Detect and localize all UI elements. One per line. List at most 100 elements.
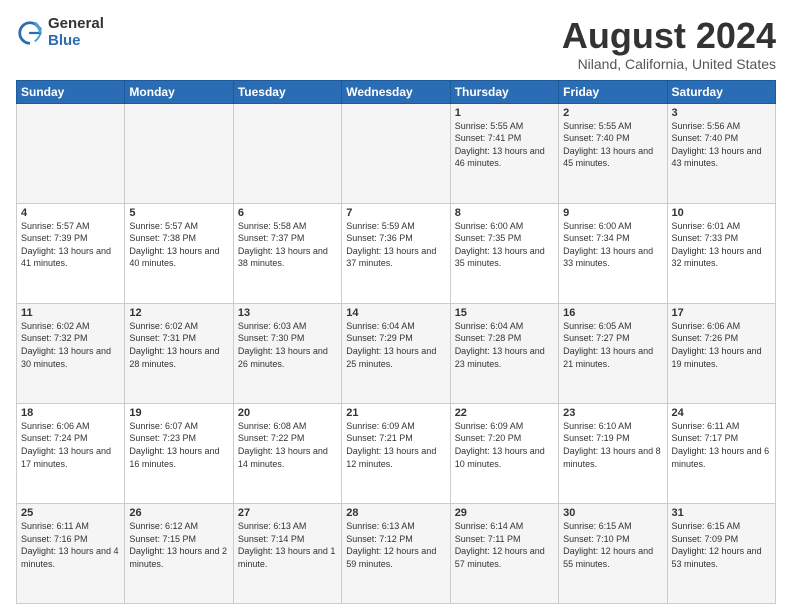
day-info: Sunrise: 6:15 AM Sunset: 7:09 PM Dayligh… xyxy=(672,520,771,570)
day-cell: 1 Sunrise: 5:55 AM Sunset: 7:41 PM Dayli… xyxy=(450,103,558,203)
daylight: Daylight: 13 hours and 45 minutes. xyxy=(563,146,653,169)
day-cell: 11 Sunrise: 6:02 AM Sunset: 7:32 PM Dayl… xyxy=(17,303,125,403)
day-cell: 8 Sunrise: 6:00 AM Sunset: 7:35 PM Dayli… xyxy=(450,203,558,303)
daylight: Daylight: 13 hours and 35 minutes. xyxy=(455,246,545,269)
sunrise: Sunrise: 6:03 AM xyxy=(238,321,307,331)
day-info: Sunrise: 6:14 AM Sunset: 7:11 PM Dayligh… xyxy=(455,520,554,570)
day-cell: 26 Sunrise: 6:12 AM Sunset: 7:15 PM Dayl… xyxy=(125,503,233,603)
page: General Blue August 2024 Niland, Califor… xyxy=(0,0,792,612)
day-cell xyxy=(233,103,341,203)
col-sunday: Sunday xyxy=(17,80,125,103)
sunrise: Sunrise: 6:06 AM xyxy=(21,421,90,431)
sunset: Sunset: 7:36 PM xyxy=(346,233,413,243)
col-wednesday: Wednesday xyxy=(342,80,450,103)
day-info: Sunrise: 6:12 AM Sunset: 7:15 PM Dayligh… xyxy=(129,520,228,570)
daylight: Daylight: 13 hours and 19 minutes. xyxy=(672,346,762,369)
day-info: Sunrise: 6:13 AM Sunset: 7:14 PM Dayligh… xyxy=(238,520,337,570)
day-cell: 28 Sunrise: 6:13 AM Sunset: 7:12 PM Dayl… xyxy=(342,503,450,603)
sunrise: Sunrise: 6:06 AM xyxy=(672,321,741,331)
day-number: 27 xyxy=(238,507,337,519)
day-cell xyxy=(342,103,450,203)
sunset: Sunset: 7:39 PM xyxy=(21,233,88,243)
day-cell: 24 Sunrise: 6:11 AM Sunset: 7:17 PM Dayl… xyxy=(667,403,775,503)
col-tuesday: Tuesday xyxy=(233,80,341,103)
sunset: Sunset: 7:40 PM xyxy=(563,133,630,143)
sunrise: Sunrise: 6:11 AM xyxy=(21,521,89,531)
daylight: Daylight: 13 hours and 8 minutes. xyxy=(563,446,661,469)
calendar-header: Sunday Monday Tuesday Wednesday Thursday… xyxy=(17,80,776,103)
week-row-3: 18 Sunrise: 6:06 AM Sunset: 7:24 PM Dayl… xyxy=(17,403,776,503)
sunset: Sunset: 7:41 PM xyxy=(455,133,522,143)
day-info: Sunrise: 6:00 AM Sunset: 7:34 PM Dayligh… xyxy=(563,220,662,270)
day-info: Sunrise: 6:02 AM Sunset: 7:31 PM Dayligh… xyxy=(129,320,228,370)
sunrise: Sunrise: 6:02 AM xyxy=(129,321,198,331)
sunset: Sunset: 7:29 PM xyxy=(346,333,413,343)
sunrise: Sunrise: 6:09 AM xyxy=(346,421,415,431)
day-info: Sunrise: 6:04 AM Sunset: 7:29 PM Dayligh… xyxy=(346,320,445,370)
day-number: 28 xyxy=(346,507,445,519)
day-cell: 6 Sunrise: 5:58 AM Sunset: 7:37 PM Dayli… xyxy=(233,203,341,303)
sunrise: Sunrise: 5:58 AM xyxy=(238,221,307,231)
sunset: Sunset: 7:32 PM xyxy=(21,333,88,343)
sunrise: Sunrise: 5:57 AM xyxy=(129,221,198,231)
month-title: August 2024 xyxy=(562,16,776,56)
sunrise: Sunrise: 6:00 AM xyxy=(563,221,632,231)
sunset: Sunset: 7:12 PM xyxy=(346,534,413,544)
sunset: Sunset: 7:37 PM xyxy=(238,233,305,243)
day-number: 26 xyxy=(129,507,228,519)
sunrise: Sunrise: 5:55 AM xyxy=(455,121,524,131)
day-number: 23 xyxy=(563,407,662,419)
day-number: 20 xyxy=(238,407,337,419)
sunset: Sunset: 7:14 PM xyxy=(238,534,305,544)
daylight: Daylight: 13 hours and 12 minutes. xyxy=(346,446,436,469)
calendar-body: 1 Sunrise: 5:55 AM Sunset: 7:41 PM Dayli… xyxy=(17,103,776,603)
day-info: Sunrise: 5:55 AM Sunset: 7:41 PM Dayligh… xyxy=(455,120,554,170)
daylight: Daylight: 13 hours and 23 minutes. xyxy=(455,346,545,369)
day-info: Sunrise: 6:08 AM Sunset: 7:22 PM Dayligh… xyxy=(238,420,337,470)
day-cell: 22 Sunrise: 6:09 AM Sunset: 7:20 PM Dayl… xyxy=(450,403,558,503)
daylight: Daylight: 13 hours and 4 minutes. xyxy=(21,546,119,569)
day-info: Sunrise: 6:06 AM Sunset: 7:24 PM Dayligh… xyxy=(21,420,120,470)
header-row: Sunday Monday Tuesday Wednesday Thursday… xyxy=(17,80,776,103)
sunset: Sunset: 7:22 PM xyxy=(238,433,305,443)
daylight: Daylight: 13 hours and 16 minutes. xyxy=(129,446,219,469)
daylight: Daylight: 13 hours and 37 minutes. xyxy=(346,246,436,269)
sunrise: Sunrise: 6:00 AM xyxy=(455,221,524,231)
sunset: Sunset: 7:23 PM xyxy=(129,433,196,443)
day-info: Sunrise: 6:09 AM Sunset: 7:20 PM Dayligh… xyxy=(455,420,554,470)
daylight: Daylight: 13 hours and 2 minutes. xyxy=(129,546,227,569)
day-number: 21 xyxy=(346,407,445,419)
calendar-table: Sunday Monday Tuesday Wednesday Thursday… xyxy=(16,80,776,604)
week-row-1: 4 Sunrise: 5:57 AM Sunset: 7:39 PM Dayli… xyxy=(17,203,776,303)
sunrise: Sunrise: 6:05 AM xyxy=(563,321,632,331)
sunset: Sunset: 7:16 PM xyxy=(21,534,88,544)
day-cell: 20 Sunrise: 6:08 AM Sunset: 7:22 PM Dayl… xyxy=(233,403,341,503)
daylight: Daylight: 13 hours and 10 minutes. xyxy=(455,446,545,469)
daylight: Daylight: 13 hours and 6 minutes. xyxy=(672,446,770,469)
logo-general: General xyxy=(48,16,104,33)
sunrise: Sunrise: 6:14 AM xyxy=(455,521,524,531)
day-cell: 30 Sunrise: 6:15 AM Sunset: 7:10 PM Dayl… xyxy=(559,503,667,603)
col-monday: Monday xyxy=(125,80,233,103)
day-number: 5 xyxy=(129,207,228,219)
sunset: Sunset: 7:28 PM xyxy=(455,333,522,343)
sunrise: Sunrise: 5:57 AM xyxy=(21,221,90,231)
sunrise: Sunrise: 6:10 AM xyxy=(563,421,632,431)
day-number: 4 xyxy=(21,207,120,219)
day-info: Sunrise: 6:04 AM Sunset: 7:28 PM Dayligh… xyxy=(455,320,554,370)
calendar: Sunday Monday Tuesday Wednesday Thursday… xyxy=(16,80,776,604)
day-cell xyxy=(17,103,125,203)
daylight: Daylight: 12 hours and 57 minutes. xyxy=(455,546,545,569)
sunrise: Sunrise: 6:04 AM xyxy=(455,321,524,331)
day-number: 17 xyxy=(672,307,771,319)
daylight: Daylight: 12 hours and 59 minutes. xyxy=(346,546,436,569)
location: Niland, California, United States xyxy=(562,56,776,72)
daylight: Daylight: 13 hours and 30 minutes. xyxy=(21,346,111,369)
daylight: Daylight: 13 hours and 26 minutes. xyxy=(238,346,328,369)
day-info: Sunrise: 6:02 AM Sunset: 7:32 PM Dayligh… xyxy=(21,320,120,370)
sunrise: Sunrise: 6:04 AM xyxy=(346,321,415,331)
sunset: Sunset: 7:20 PM xyxy=(455,433,522,443)
day-info: Sunrise: 6:05 AM Sunset: 7:27 PM Dayligh… xyxy=(563,320,662,370)
daylight: Daylight: 13 hours and 14 minutes. xyxy=(238,446,328,469)
logo-icon xyxy=(16,19,44,47)
